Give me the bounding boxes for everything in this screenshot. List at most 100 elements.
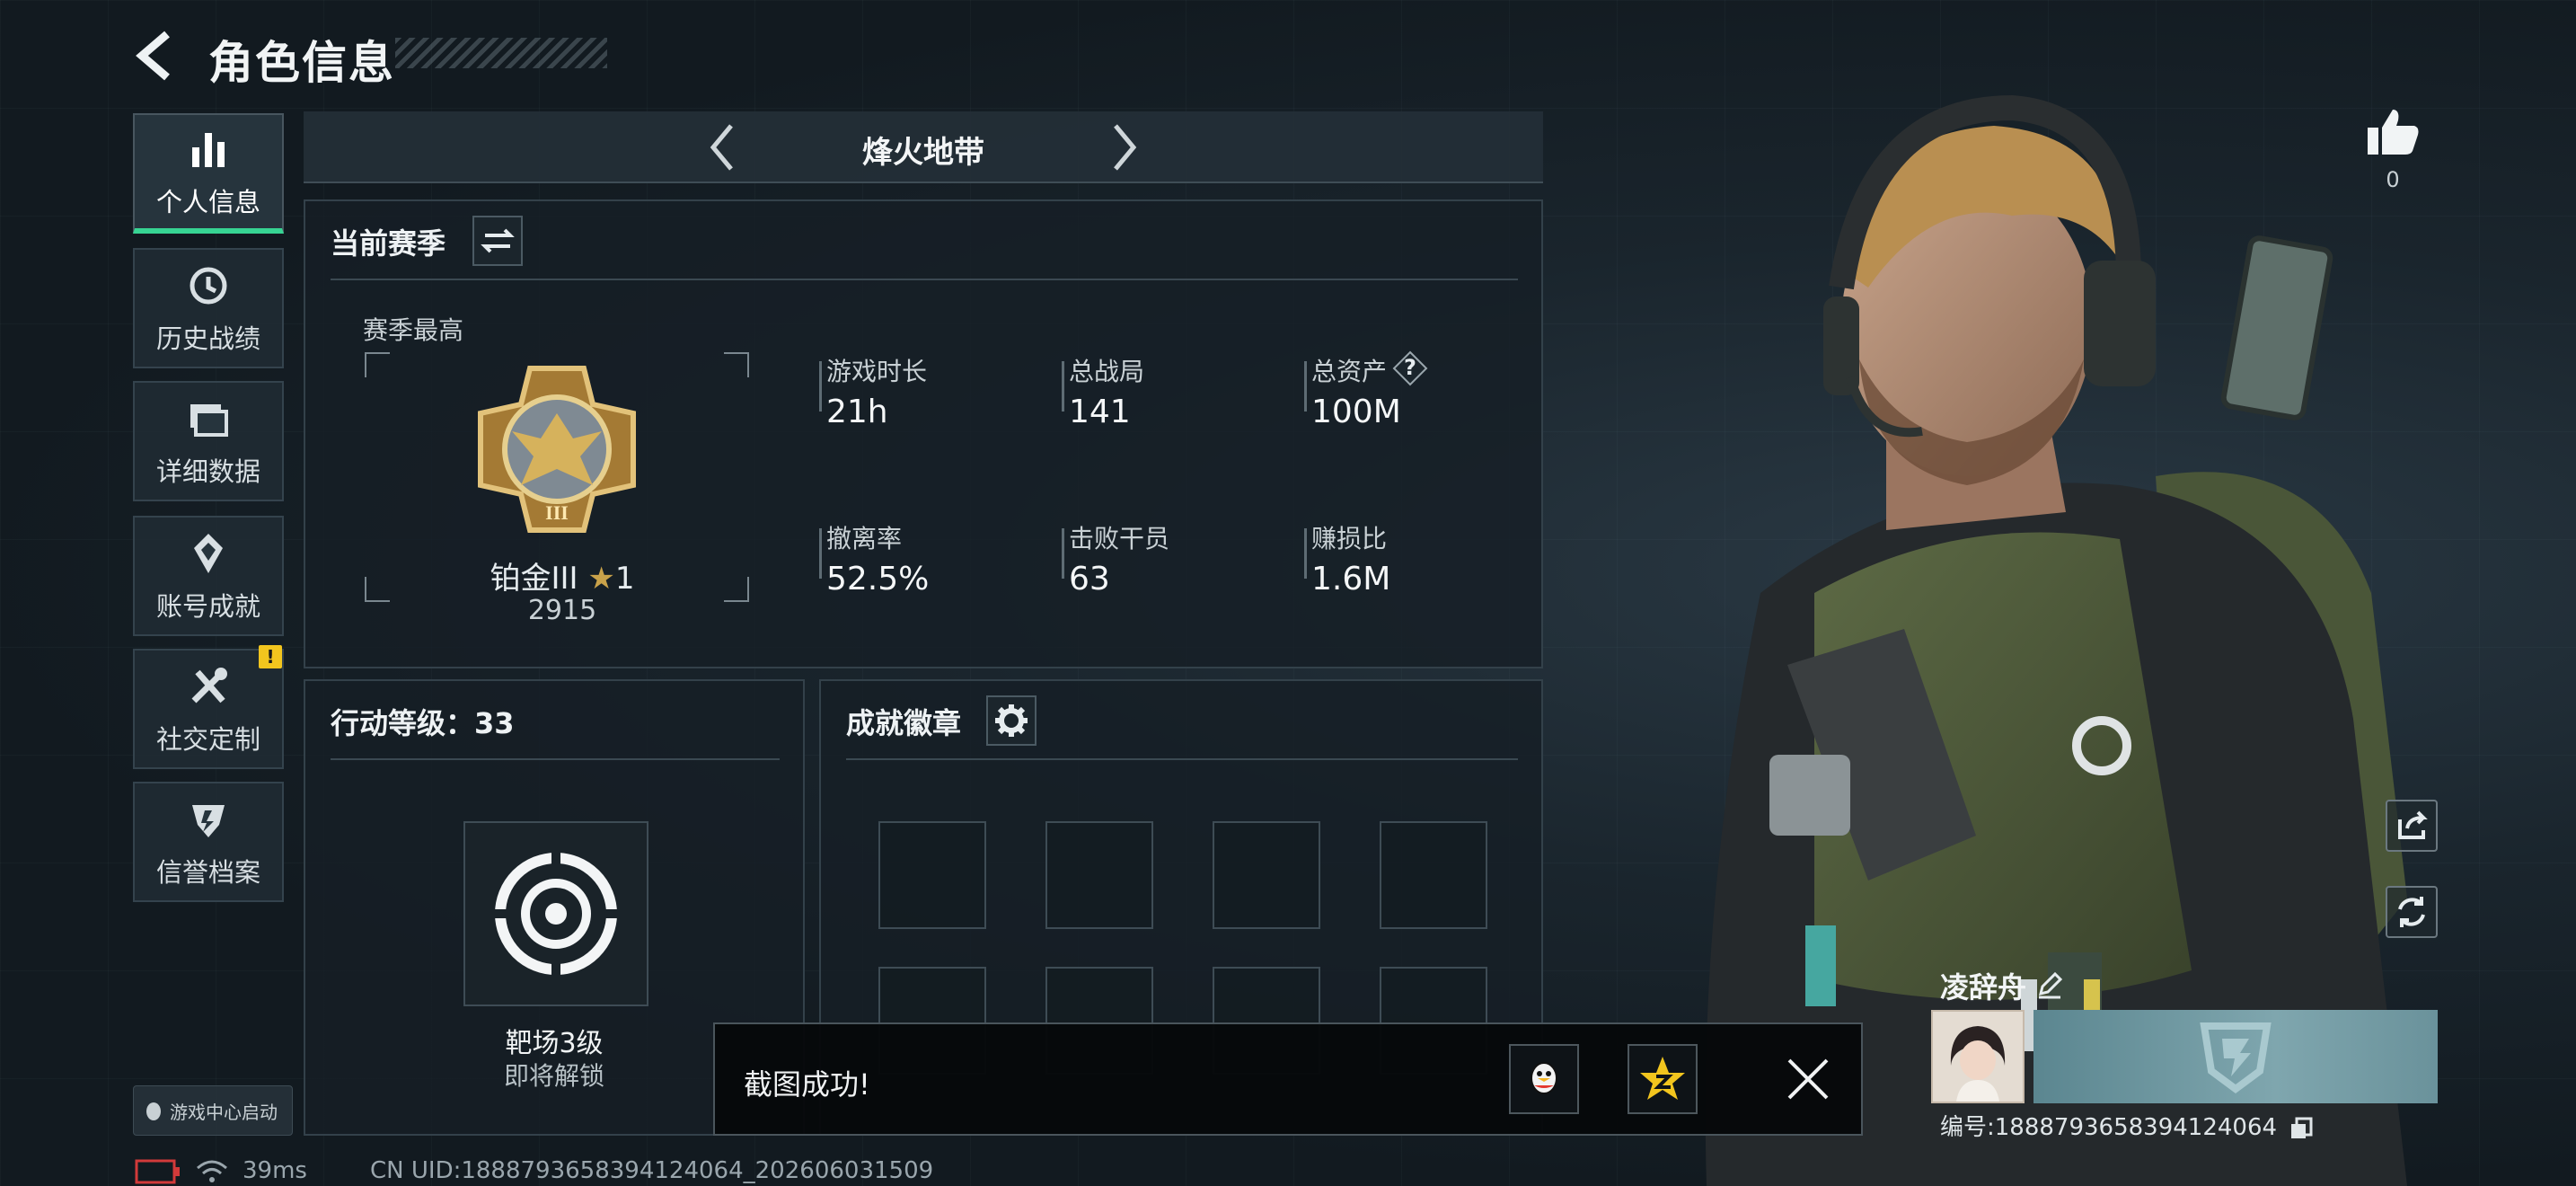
share-qq-button[interactable] <box>1509 1044 1579 1114</box>
copy-icon[interactable] <box>2289 1117 2313 1140</box>
divider <box>331 279 1518 280</box>
rank-emblem-icon: III <box>478 366 636 533</box>
stat-label: 撤离率 <box>826 524 903 553</box>
uid-readout: CN UID:1888793658394124064_202606031509 <box>370 1157 934 1184</box>
season-best-label: 赛季最高 <box>363 315 464 345</box>
game-center-launch-button[interactable]: 游戏中心启动 <box>133 1085 293 1136</box>
range-level-card[interactable] <box>463 821 648 1006</box>
help-mark: ? <box>1404 355 1416 380</box>
qzone-star-icon <box>1640 1057 1685 1100</box>
thumbs-up-icon <box>2368 110 2419 155</box>
sidebar-item-label: 个人信息 <box>155 187 260 217</box>
stat-label: 总资产 <box>1311 357 1388 386</box>
sidebar-item-label: 详细数据 <box>155 456 260 487</box>
share-icon <box>2398 810 2428 839</box>
rank-score: 2915 <box>527 595 597 626</box>
frame-corner <box>724 352 749 377</box>
badge-slot[interactable] <box>1380 821 1487 929</box>
sidebar-item-label: 账号成就 <box>155 591 260 622</box>
player-banner[interactable] <box>2033 1010 2438 1103</box>
stat-value: 52.5% <box>826 561 930 597</box>
avatar[interactable] <box>1931 1010 2025 1103</box>
badge-slot[interactable] <box>1213 821 1320 929</box>
stat-accent <box>1062 361 1064 412</box>
back-arrow-icon <box>136 31 170 81</box>
rank-stars: 1 <box>614 561 635 597</box>
medal-icon <box>194 534 223 573</box>
game-screen: 角色信息 个人信息 历史战绩 详细数据 账号成就 社交定制 ! 信誉档案 游戏中… <box>0 0 2576 1186</box>
avatar-portrait <box>1933 1012 2023 1102</box>
divider <box>846 758 1518 760</box>
stat-value: 21h <box>826 394 888 430</box>
sidebar-item-history[interactable]: 历史战绩 <box>133 248 284 368</box>
bar-chart-icon <box>192 133 225 167</box>
like-button[interactable]: 0 <box>2362 106 2423 192</box>
gear-icon <box>995 704 1028 737</box>
help-button[interactable]: ? <box>1392 350 1428 386</box>
page-title: 角色信息 <box>208 37 395 89</box>
sidebar-item-label: 信誉档案 <box>155 857 260 888</box>
rank-name: 铂金III <box>490 561 578 597</box>
stat-value: 100M <box>1311 394 1401 430</box>
target-icon <box>489 846 623 981</box>
rank-tier-numeral: III <box>545 501 569 524</box>
sidebar-item-detailed-data[interactable]: 详细数据 <box>133 381 284 501</box>
penguin-icon <box>146 1102 161 1120</box>
switch-season-button[interactable] <box>472 216 523 266</box>
shield-icon <box>192 805 225 837</box>
toast-message: 截图成功! <box>744 1067 870 1102</box>
badge-settings-button[interactable] <box>986 695 1037 746</box>
player-name: 凌辞舟 <box>1940 970 2027 1005</box>
stat-value: 1.6M <box>1311 561 1391 597</box>
share-button[interactable] <box>2386 800 2438 852</box>
stat-value: 63 <box>1069 561 1110 597</box>
chevron-right-icon <box>1114 124 1137 171</box>
game-center-label: 游戏中心启动 <box>170 1101 278 1123</box>
close-toast-button[interactable] <box>1773 1044 1843 1114</box>
achievements-title: 成就徽章 <box>846 706 962 740</box>
frame-corner <box>724 577 749 602</box>
folders-icon <box>190 404 228 437</box>
like-count: 0 <box>2386 167 2400 192</box>
stat-accent <box>1304 361 1307 412</box>
season-panel: 当前赛季 赛季最高 III 铂金III ★1 2915 游戏时长 21h 总战局… <box>304 199 1543 668</box>
badge-slot[interactable] <box>878 821 986 929</box>
edit-icon[interactable] <box>2033 969 2066 1001</box>
stat-value: 141 <box>1069 394 1131 430</box>
back-button[interactable] <box>131 29 185 83</box>
wifi-icon <box>197 1160 227 1182</box>
ping-readout: 39ms <box>243 1157 307 1184</box>
stat-label: 总战局 <box>1069 357 1145 386</box>
badge-slot[interactable] <box>1045 821 1153 929</box>
tools-icon <box>191 668 227 704</box>
stat-accent <box>1304 528 1307 579</box>
frame-corner <box>365 352 390 377</box>
sidebar-item-achievements[interactable]: 账号成就 <box>133 516 284 636</box>
stat-label: 击败干员 <box>1069 524 1170 553</box>
close-icon <box>1787 1058 1829 1100</box>
sidebar-item-credit-record[interactable]: 信誉档案 <box>133 782 284 902</box>
next-mode-button[interactable] <box>1096 120 1150 174</box>
divider <box>331 758 780 760</box>
notification-badge: ! <box>259 645 282 668</box>
frame-corner <box>365 577 390 602</box>
history-icon <box>190 267 227 305</box>
qq-icon <box>1531 1062 1557 1094</box>
action-level-title: 行动等级：33 <box>331 706 515 740</box>
battery-icon <box>135 1159 180 1184</box>
season-title: 当前赛季 <box>331 226 446 261</box>
emblem-icon <box>2200 1022 2272 1093</box>
swap-icon <box>481 228 515 253</box>
star-icon: ★ <box>587 561 615 597</box>
refresh-button[interactable] <box>2386 886 2438 938</box>
mode-title: 烽火地带 <box>862 135 984 171</box>
stat-label: 游戏时长 <box>826 357 928 386</box>
sidebar-item-label: 社交定制 <box>155 724 260 755</box>
share-qzone-button[interactable] <box>1628 1044 1698 1114</box>
player-id: 编号:1888793658394124064 <box>1940 1109 2313 1142</box>
player-id-text: 编号:1888793658394124064 <box>1940 1114 2278 1141</box>
sidebar-item-personal-info[interactable]: 个人信息 <box>133 113 284 234</box>
stat-accent <box>819 528 822 579</box>
refresh-icon <box>2398 897 2425 927</box>
stat-label: 赚损比 <box>1311 524 1388 553</box>
